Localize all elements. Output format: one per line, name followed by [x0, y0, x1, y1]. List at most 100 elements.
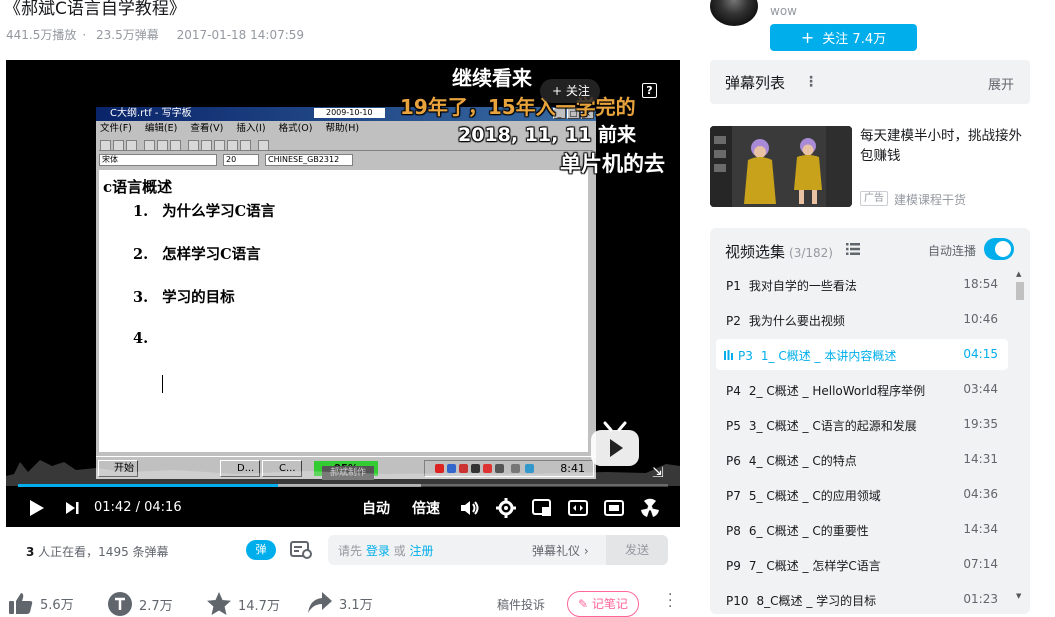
doc-item: 4.	[133, 330, 149, 347]
video-meta: 441.5万播放 · 23.5万弹幕 2017-01-18 14:07:59	[6, 28, 305, 42]
help-icon[interactable]: ?	[642, 83, 657, 98]
fullscreen-button[interactable]	[638, 496, 662, 520]
register-link[interactable]: 注册	[409, 544, 433, 558]
playlist-title: 视频选集 (3/182)	[725, 243, 833, 261]
ad-title[interactable]: 每天建模半小时，挑战接外包赚钱	[860, 126, 1032, 166]
widescreen-button[interactable]	[566, 496, 590, 520]
viewer-count: 3 人正在看，1495 条弹幕	[26, 545, 169, 559]
expand-button[interactable]: 展开	[988, 74, 1014, 93]
danmu-input[interactable]: 请先 登录 或 注册 弹幕礼仪 › 发送	[328, 535, 668, 565]
current-time: 01:42	[94, 500, 132, 515]
menu-file: 文件(F)	[100, 123, 132, 134]
favorite-count: 14.7万	[238, 598, 280, 614]
uploader-name[interactable]: wow	[770, 4, 797, 18]
share-button[interactable]: 3.1万	[307, 591, 373, 615]
next-icon	[66, 502, 79, 514]
play-button[interactable]	[24, 496, 48, 520]
episode-item-active[interactable]: P3 1_ C概述 _ 本讲内容概述 04:15	[716, 339, 1008, 370]
progress-bar[interactable]	[18, 484, 668, 487]
follow-button[interactable]: + 关注 7.4万	[770, 24, 917, 51]
playlist-count: (3/182)	[789, 246, 833, 260]
text-caret	[162, 375, 163, 393]
list-icon[interactable]	[846, 242, 860, 256]
speed-button[interactable]: 倍速	[408, 496, 444, 520]
episode-item[interactable]: P8 6_ C概述 _ C的重要性 14:34	[716, 514, 1008, 545]
settings-button[interactable]	[494, 496, 518, 520]
ad-subtitle[interactable]: 建模课程干货	[894, 191, 966, 208]
menu-view: 查看(V)	[190, 123, 224, 134]
volume-icon	[461, 501, 479, 515]
ad-thumbnail[interactable]	[710, 126, 852, 207]
episode-item[interactable]: P2 我为什么要出视频 10:46	[716, 304, 1008, 335]
fullscreen-icon	[641, 498, 659, 517]
episode-item[interactable]: P9 7_ C概述 _ 怎样学C语言 07:14	[716, 549, 1008, 580]
doc-heading: c语言概述	[103, 178, 173, 196]
volume-button[interactable]	[458, 496, 482, 520]
menu-format: 格式(O)	[278, 123, 313, 134]
episode-item[interactable]: P7 5_ C概述 _ C的应用领域 04:36	[716, 479, 1008, 510]
autoplay-label: 自动连播	[928, 244, 977, 258]
publish-date: 2017-01-18 14:07:59	[176, 28, 305, 42]
more-icon[interactable]: · · ·	[668, 588, 672, 614]
playlist-scrollbar[interactable]: ▲ ▼	[1013, 268, 1027, 614]
autoplay-toggle[interactable]	[984, 238, 1014, 260]
video-frame: C大纲.rtf - 写字板 2009-10-10 _ □ × 文件(F) 编辑(E)…	[96, 107, 596, 479]
pip-button[interactable]	[530, 496, 554, 520]
coin-button[interactable]: 2.7万	[107, 591, 173, 617]
episode-item[interactable]: P5 3_ C概述 _ C语言的起源和发展 19:35	[716, 409, 1008, 440]
font-name: 宋体	[99, 154, 217, 166]
play-icon	[30, 500, 44, 516]
like-button[interactable]: 5.6万	[8, 591, 74, 615]
danmaku-count: 23.5万弹幕	[96, 28, 159, 42]
send-button[interactable]: 发送	[606, 535, 668, 565]
heat-wave	[6, 460, 680, 486]
login-link[interactable]: 登录	[366, 544, 390, 558]
danmu-etiquette-link[interactable]: 弹幕礼仪 ›	[532, 542, 589, 559]
report-link[interactable]: 稿件投诉	[497, 596, 545, 613]
wordpad-date: 2009-10-10	[314, 108, 385, 118]
playlist-panel: 视频选集 (3/182) 自动连播 P1 我对自学的一些看法 18:54 P2 我为什么…	[710, 228, 1030, 614]
share-count: 3.1万	[339, 597, 373, 613]
danmu-toggle[interactable]: 弹	[246, 540, 276, 560]
plus-icon: +	[800, 28, 815, 47]
doc-item: 3. 学习的目标	[133, 289, 235, 306]
note-icon: ✎	[578, 597, 592, 611]
danmu-input-placeholder: 请先 登录 或 注册	[338, 544, 434, 558]
next-button[interactable]	[62, 496, 82, 520]
more-icon[interactable]: ⋮	[804, 74, 818, 90]
episode-item[interactable]: P10 8_C概述 _ 学习的目标 01:23	[716, 584, 1008, 614]
star-icon	[207, 592, 231, 615]
episode-item[interactable]: P6 4_ C概述 _ C的特点 14:31	[716, 444, 1008, 475]
ad-image	[710, 126, 852, 207]
time-display: 01:42 / 04:16	[94, 500, 182, 515]
web-fullscreen-icon	[604, 500, 624, 516]
gear-icon	[496, 498, 516, 518]
note-button[interactable]: ✎ 记笔记	[567, 591, 639, 617]
danmu-comment: 2018, 11, 11 前来	[458, 124, 637, 146]
scroll-up-icon[interactable]: ▲	[1016, 270, 1021, 278]
favorite-button[interactable]: 14.7万	[206, 591, 280, 617]
edge-handle-icon[interactable]: ⇲	[652, 465, 664, 481]
player-follow-button[interactable]: + 关注	[540, 79, 600, 103]
avatar[interactable]	[710, 0, 758, 26]
scroll-down-icon[interactable]: ▼	[1016, 592, 1021, 600]
charset: CHINESE_GB2312	[265, 154, 353, 166]
video-player[interactable]: C大纲.rtf - 写字板 2009-10-10 _ □ × 文件(F) 编辑(E)…	[6, 60, 680, 527]
wordpad-format-bar: 宋体 20 CHINESE_GB2312	[99, 153, 593, 168]
wordpad-scrollbar	[588, 170, 596, 452]
coin-count: 2.7万	[139, 598, 173, 614]
episode-item[interactable]: P4 2_ C概述 _ HelloWorld程序举例 03:44	[716, 374, 1008, 405]
widescreen-icon	[568, 500, 588, 516]
danmu-comment: 19年了，15年入一学完的	[400, 95, 636, 119]
scrollbar-thumb[interactable]	[1016, 282, 1024, 300]
document-area: c语言概述 1. 为什么学习C语言 2. 怎样学习C语言 3. 学习的目标 4.	[99, 170, 588, 452]
episode-item[interactable]: P1 我对自学的一些看法 18:54	[716, 269, 1008, 300]
danmu-list-panel[interactable]: 弹幕列表 ⋮ 展开	[710, 60, 1030, 104]
web-fullscreen-button[interactable]	[602, 496, 626, 520]
danmu-settings-icon[interactable]	[290, 541, 312, 559]
wordpad-title: C大纲.rtf - 写字板	[110, 108, 192, 119]
play-count: 441.5万播放	[6, 28, 77, 42]
quality-button[interactable]: 自动	[358, 496, 394, 520]
progress-fill	[18, 484, 278, 487]
danmu-comment: 单片机的去	[560, 152, 665, 176]
